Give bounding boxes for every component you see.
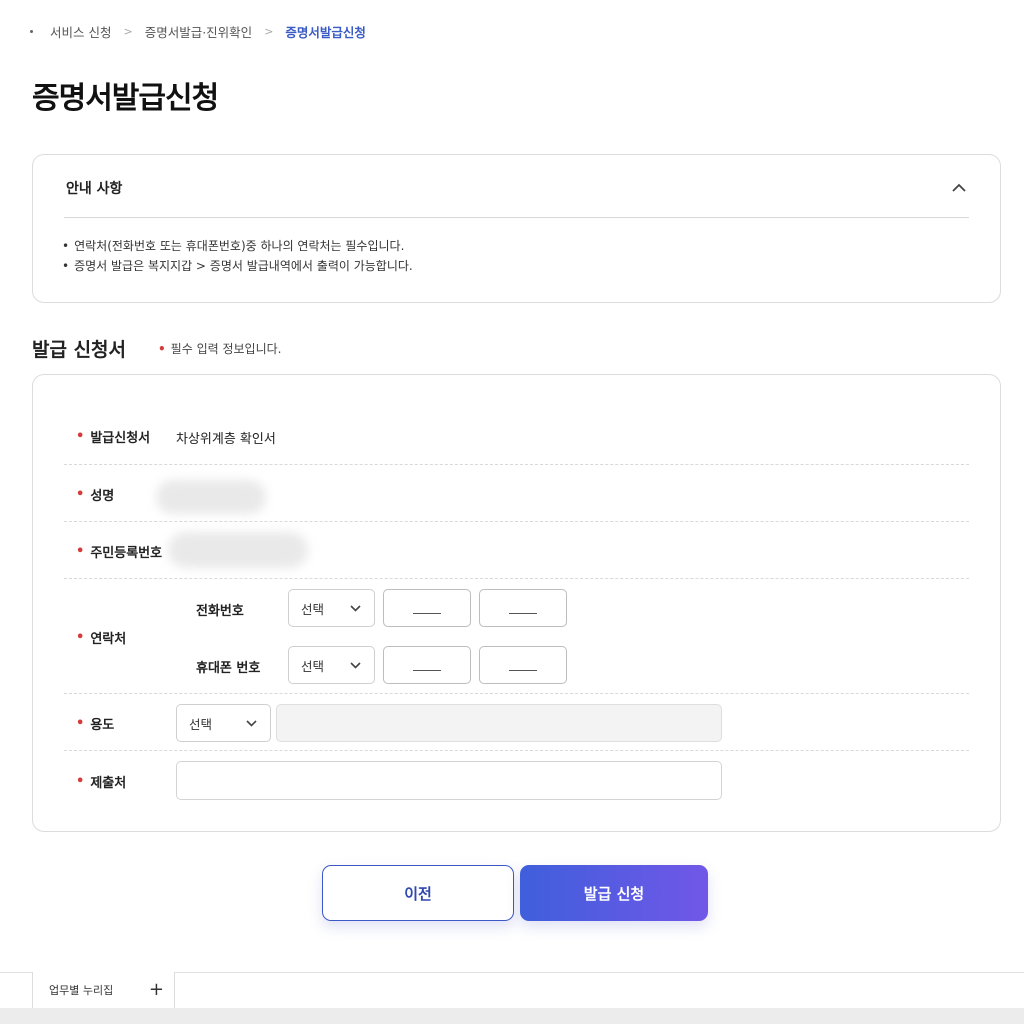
contact-label: • 연락처: [76, 629, 127, 647]
purpose-detail-input: [276, 704, 722, 742]
submit-button[interactable]: 발급 신청: [520, 865, 708, 921]
row-divider: [64, 750, 969, 751]
mobile-last-input[interactable]: [479, 646, 567, 684]
purpose-label: • 용도: [76, 715, 115, 733]
mobile-prefix-select[interactable]: 선택: [288, 646, 375, 684]
bottom-strip: [0, 1008, 1024, 1024]
resident-number-label: • 주민등록번호: [76, 543, 163, 561]
required-marker: •: [76, 629, 85, 645]
submit-to-input[interactable]: [176, 761, 722, 800]
chevron-up-icon: [952, 183, 966, 192]
notice-title: 안내 사항: [66, 181, 123, 197]
name-value-redacted: [156, 480, 266, 514]
mobile-middle-input[interactable]: [383, 646, 471, 684]
required-marker: •: [76, 773, 85, 789]
row-divider: [64, 693, 969, 694]
required-marker: •: [76, 486, 85, 502]
certificate-value: 차상위계층 확인서: [176, 432, 276, 447]
phone-last-input[interactable]: [479, 589, 567, 627]
required-marker: •: [76, 543, 85, 559]
submit-to-label: • 제출처: [76, 773, 127, 791]
notice-collapse-button[interactable]: [948, 176, 970, 198]
row-divider: [64, 464, 969, 465]
required-marker: •: [158, 342, 166, 356]
chevron-down-icon: [350, 659, 362, 671]
chevron-down-icon: [246, 717, 258, 729]
bottom-tab-label: 업무별 누리집: [49, 984, 114, 997]
chevron-down-icon: [350, 602, 362, 614]
form-section-title: 발급 신청서: [32, 339, 127, 361]
required-marker: •: [76, 715, 85, 731]
resident-number-redacted: [168, 532, 308, 568]
required-note-text: 필수 입력 정보입니다.: [170, 342, 282, 356]
notice-item: 증명서 발급은 복지지갑 > 증명서 발급내역에서 출력이 가능합니다.: [62, 256, 413, 276]
chevron-right-icon: >: [123, 24, 133, 38]
breadcrumb-item-current: 증명서발급신청: [285, 24, 366, 40]
phone-label: 전화번호: [196, 604, 244, 619]
prev-button[interactable]: 이전: [322, 865, 514, 921]
mobile-label: 휴대폰 번호: [196, 661, 261, 676]
breadcrumb-item-issue-verify[interactable]: 증명서발급·진위확인: [145, 22, 252, 41]
notice-divider: [64, 217, 969, 218]
phone-middle-input[interactable]: [383, 589, 471, 627]
row-divider: [64, 578, 969, 579]
required-note: • 필수 입력 정보입니다.: [158, 340, 281, 357]
notice-list: 연락처(전화번호 또는 휴대폰번호)중 하나의 연락처는 필수입니다. 증명서 …: [62, 236, 413, 276]
required-marker: •: [76, 428, 85, 444]
breadcrumb-bullet-icon: [30, 29, 33, 33]
row-divider: [64, 521, 969, 522]
notice-card: [32, 154, 1001, 303]
bottom-tab[interactable]: 업무별 누리집 +: [32, 972, 175, 1008]
certificate-label: • 발급신청서: [76, 428, 151, 446]
name-label: • 성명: [76, 486, 115, 504]
breadcrumb: 서비스 신청 > 증명서발급·진위확인 > 증명서발급신청: [30, 22, 366, 40]
notice-item: 연락처(전화번호 또는 휴대폰번호)중 하나의 연락처는 필수입니다.: [62, 236, 413, 256]
page-title: 증명서발급신청: [32, 81, 219, 116]
phone-area-select[interactable]: 선택: [288, 589, 375, 627]
purpose-select[interactable]: 선택: [176, 704, 271, 742]
plus-icon[interactable]: +: [149, 981, 164, 999]
breadcrumb-item-service[interactable]: 서비스 신청: [50, 22, 111, 41]
chevron-right-icon: >: [264, 24, 274, 38]
